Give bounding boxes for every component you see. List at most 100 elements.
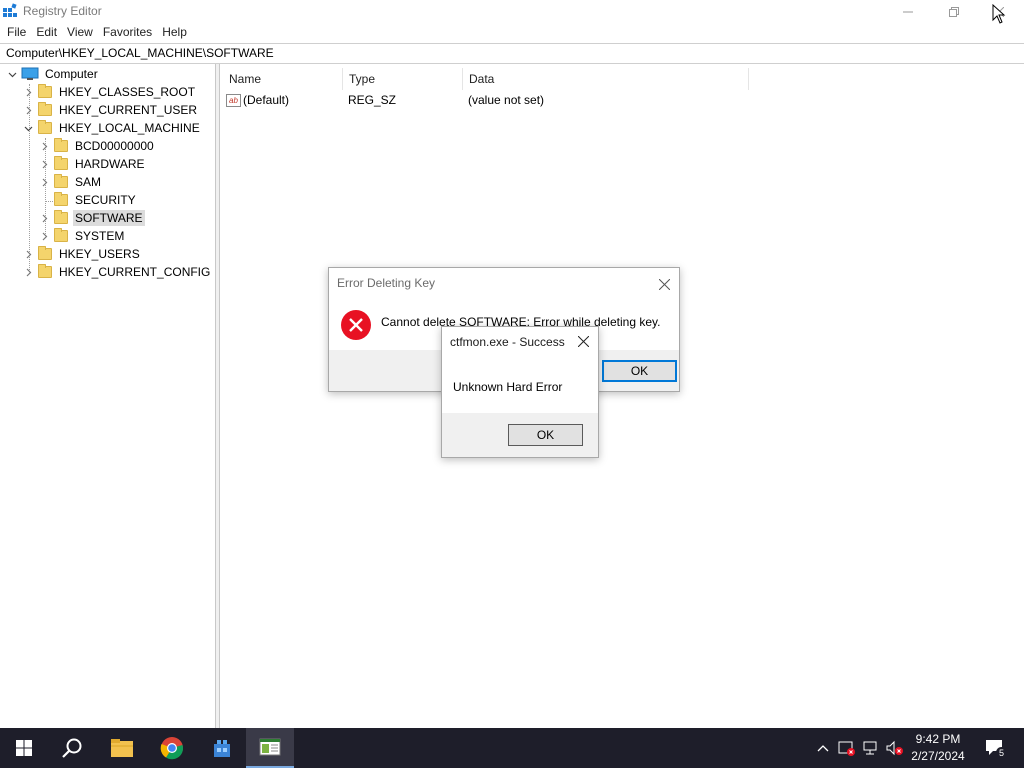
folder-icon [38,84,52,98]
folder-icon [38,102,52,116]
menu-help[interactable]: Help [157,24,192,42]
folder-icon [38,264,52,278]
restore-icon [949,7,959,17]
taskbar-registry-editor[interactable] [246,728,294,768]
tree-item-hkey-classes-root[interactable]: HKEY_CLASSES_ROOT [22,83,197,101]
chevron-right-icon[interactable] [22,263,34,281]
title-bar: Registry Editor [0,0,1024,24]
ok-button[interactable]: OK [508,424,583,446]
tree-label: HKEY_CLASSES_ROOT [59,85,196,99]
folder-icon [38,246,52,260]
tree-item-software[interactable]: SOFTWARE [38,209,145,227]
dialog-message: Unknown Hard Error [453,380,563,394]
menu-file[interactable]: File [2,24,31,42]
folder-icon [54,192,68,206]
folder-icon [54,210,68,224]
taskbar-app[interactable] [198,728,246,768]
folder-open-icon [38,120,52,134]
folder-icon [54,156,68,170]
chevron-right-icon[interactable] [22,245,34,263]
tree-item-hkey-users[interactable]: HKEY_USERS [22,245,142,263]
column-header-data[interactable]: Data [463,68,749,90]
chevron-up-icon[interactable] [814,740,832,756]
taskbar-file-explorer[interactable] [98,728,146,768]
tree-label: HKEY_USERS [59,247,140,261]
value-type: REG_SZ [348,93,397,107]
address-bar[interactable]: Computer\HKEY_LOCAL_MACHINE\SOFTWARE [0,43,1024,64]
tree-item-computer[interactable]: Computer [6,65,100,83]
taskbar-chrome[interactable] [148,728,196,768]
chrome-icon [160,737,184,760]
tree-label: HKEY_CURRENT_CONFIG [59,265,211,279]
computer-icon [21,67,39,81]
key-tree: Computer HKEY_CLASSES_ROOT HKEY_CURRENT_… [0,64,216,728]
folder-icon [54,174,68,188]
search-button[interactable] [48,728,96,768]
taskbar: 9:42 PM 2/27/2024 5 [0,728,1024,768]
taskbar-clock[interactable]: 9:42 PM 2/27/2024 [905,731,971,765]
notification-count: 5 [996,747,1007,758]
tree-label: HKEY_LOCAL_MACHINE [59,121,200,135]
network-icon[interactable] [862,740,880,756]
tree-label-selected: SOFTWARE [73,210,145,226]
window-title: Registry Editor [23,4,102,18]
menu-view[interactable]: View [62,24,98,42]
chevron-down-icon[interactable] [6,65,18,83]
dialog-close-button[interactable] [654,274,674,294]
windows-logo-icon [16,740,32,756]
close-icon [658,278,670,290]
close-icon [577,335,589,347]
start-button[interactable] [0,728,48,768]
registry-editor-icon [2,3,18,19]
column-header-type[interactable]: Type [343,68,463,90]
tree-item-hkey-current-config[interactable]: HKEY_CURRENT_CONFIG [22,263,212,281]
tree-item-bcd00000000[interactable]: BCD00000000 [38,137,156,155]
chevron-right-icon[interactable] [38,209,50,227]
chevron-right-icon[interactable] [38,173,50,191]
tree-label: HKEY_CURRENT_USER [59,103,198,117]
tree-label: SECURITY [75,193,136,207]
value-data: (value not set) [468,93,545,107]
minimize-button[interactable] [885,0,931,24]
clock-date: 2/27/2024 [911,749,965,763]
chevron-down-icon[interactable] [22,119,34,137]
chevron-right-icon[interactable] [38,227,50,245]
clock-time: 9:42 PM [915,732,961,746]
search-icon [62,738,82,758]
tree-label: SAM [75,175,102,189]
pane-splitter[interactable] [216,64,220,728]
string-value-icon: ab [226,93,241,107]
column-header-name[interactable]: Name [223,68,343,90]
volume-muted-icon[interactable] [886,740,904,756]
tree-label: Computer [45,67,98,81]
chevron-right-icon[interactable] [22,83,34,101]
ctfmon-success-dialog: ctfmon.exe - Success Unknown Hard Error … [441,326,599,458]
menu-favorites[interactable]: Favorites [98,24,157,42]
restore-button[interactable] [931,0,977,24]
security-center-icon[interactable] [838,740,856,756]
table-row[interactable]: ab (Default) [226,92,289,108]
tree-item-system[interactable]: SYSTEM [38,227,126,245]
minimize-icon [903,11,913,13]
chevron-right-icon[interactable] [38,155,50,173]
tree-label: HARDWARE [75,157,145,171]
menu-edit[interactable]: Edit [31,24,62,42]
ok-button[interactable]: OK [602,360,677,382]
chevron-right-icon[interactable] [38,137,50,155]
folder-icon [54,228,68,242]
tree-item-hkey-local-machine[interactable]: HKEY_LOCAL_MACHINE [22,119,202,137]
tree-item-hkey-current-user[interactable]: HKEY_CURRENT_USER [22,101,199,119]
chevron-right-icon[interactable] [22,101,34,119]
dialog-title: Error Deleting Key [337,276,436,290]
notification-center-button[interactable]: 5 [983,740,1007,758]
dialog-close-button[interactable] [573,331,593,351]
dialog-title: ctfmon.exe - Success [450,335,565,349]
tree-label: BCD00000000 [75,139,154,153]
registry-editor-icon [259,738,281,756]
tree-item-sam[interactable]: SAM [38,173,103,191]
tree-item-security[interactable]: SECURITY [38,191,138,209]
tree-item-hardware[interactable]: HARDWARE [38,155,147,173]
file-explorer-icon [111,739,133,757]
menu-bar: File Edit View Favorites Help [0,24,1024,42]
error-icon [340,309,372,344]
